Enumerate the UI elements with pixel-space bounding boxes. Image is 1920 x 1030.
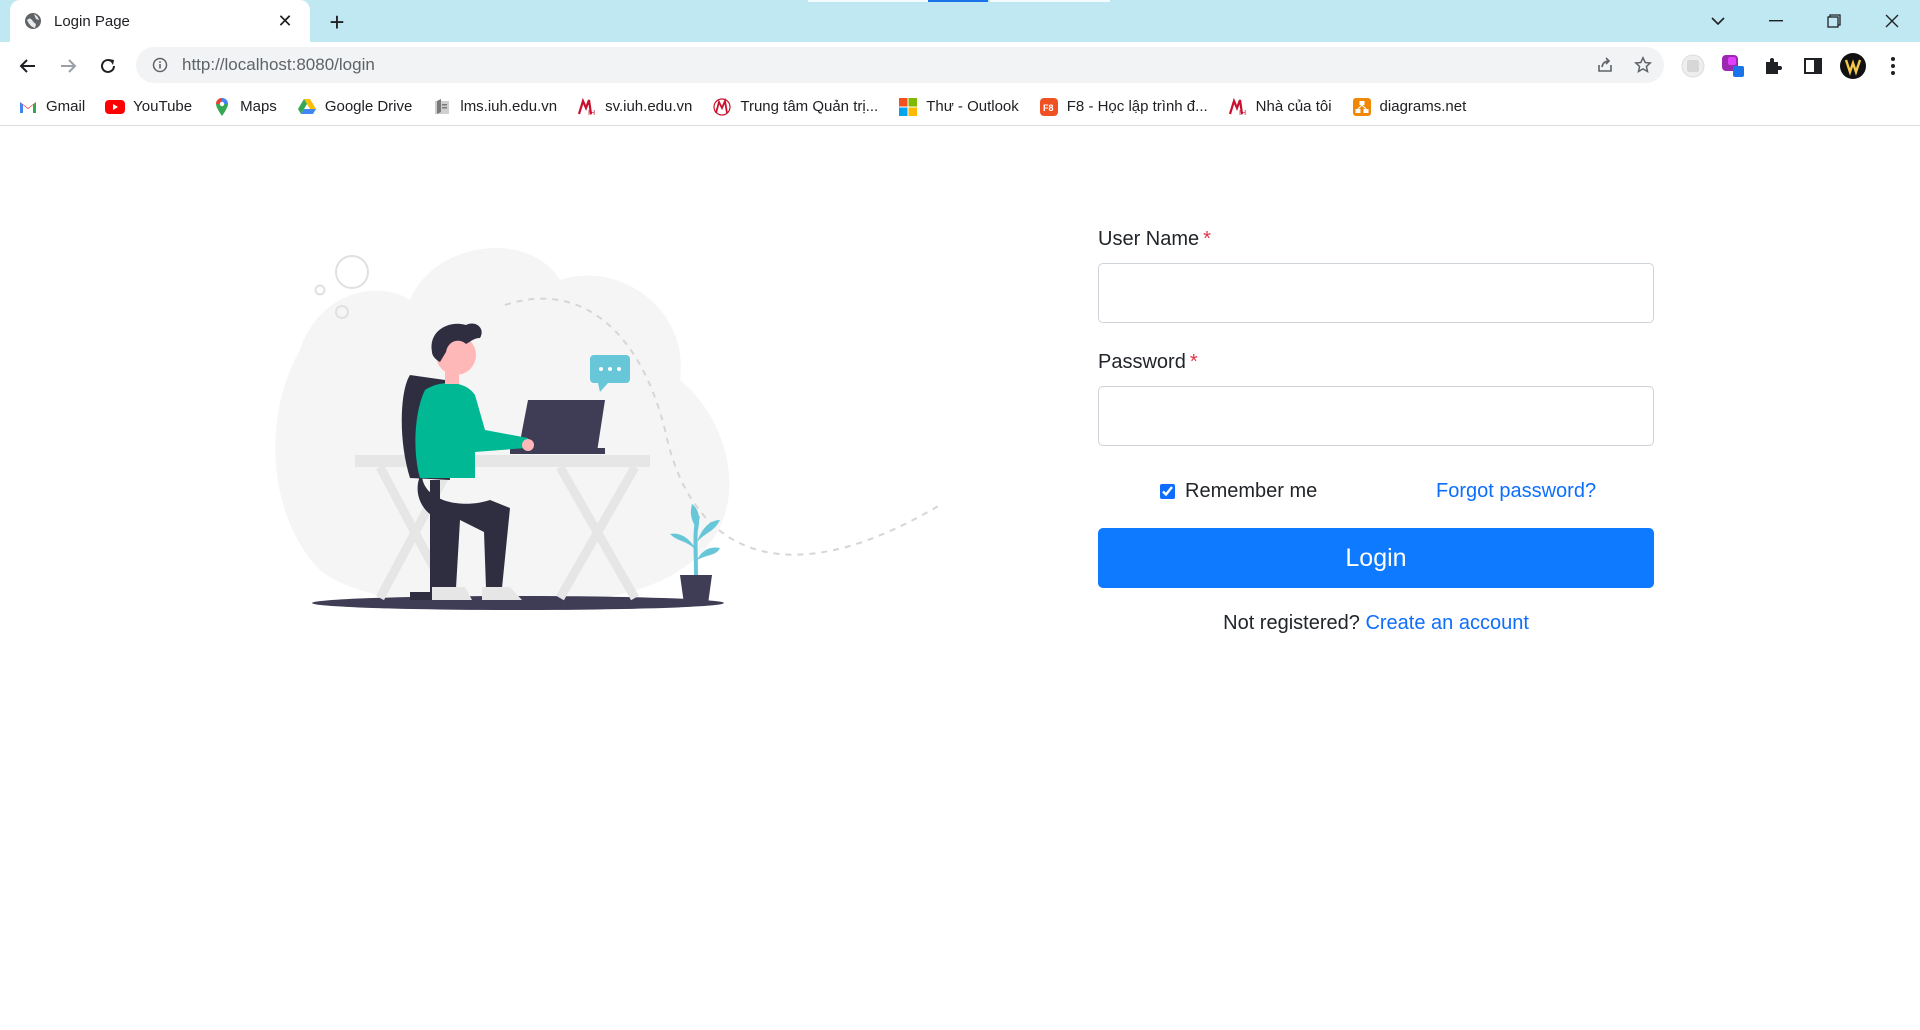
bookmark-label: diagrams.net [1379,98,1467,115]
lms-icon [432,97,452,117]
remember-me[interactable]: Remember me [1160,480,1317,503]
bookmark-label: YouTube [133,98,193,115]
create-account-link[interactable]: Create an account [1365,612,1528,634]
side-panel-icon[interactable] [1796,49,1830,83]
f8-icon: F8 [1039,97,1059,117]
bookmark-nha-cua-toi[interactable]: IH Nhà của tôi [1228,93,1332,121]
site-info-icon[interactable] [150,55,170,75]
decorative-bubble [335,255,369,289]
tab-group-indicator [990,0,1110,2]
desk-top [355,455,650,467]
extensions-puzzle-icon[interactable] [1756,49,1790,83]
decorative-bubble [314,284,326,296]
iuh-icon [712,97,732,117]
password-group: Password * [1098,351,1654,446]
forward-icon[interactable] [52,50,84,82]
maps-icon [212,97,232,117]
password-label-text: Password [1098,351,1186,373]
tab-group-indicator-active [928,0,988,2]
address-bar[interactable]: http://localhost:8080/login [136,47,1664,83]
bookmark-lms[interactable]: lms.iuh.edu.vn [432,93,557,121]
close-window-icon[interactable] [1870,6,1914,36]
close-tab-icon[interactable]: ✕ [274,10,296,32]
bookmark-google-drive[interactable]: Google Drive [297,93,413,121]
register-prompt: Not registered? Create an account [1098,612,1654,635]
username-group: User Name * [1098,228,1654,323]
bookmark-label: Thư - Outlook [926,98,1019,115]
bookmark-label: F8 - Học lập trình đ... [1066,98,1208,115]
iuh-icon: IH [1228,97,1248,117]
profile-avatar-icon[interactable] [1836,49,1870,83]
tab-strip: Login Page ✕ + [0,0,1920,42]
bookmark-diagrams[interactable]: diagrams.net [1352,93,1467,121]
microsoft-icon [898,97,918,117]
login-form: User Name * Password * Remember me Forgot … [1098,228,1654,635]
login-button[interactable]: Login [1098,528,1654,588]
youtube-icon [105,97,126,117]
tab-search-icon[interactable] [1696,6,1740,36]
bookmark-star-icon[interactable] [1626,48,1660,82]
bookmark-gmail[interactable]: Gmail [18,93,85,121]
bookmark-label: Gmail [46,98,86,115]
menu-kebab-icon[interactable] [1876,49,1910,83]
restore-icon[interactable] [1812,6,1856,36]
drive-icon [297,97,317,117]
bookmark-label: Maps [240,98,277,115]
diagrams-icon [1352,97,1372,117]
bookmark-label: lms.iuh.edu.vn [460,98,558,115]
svg-text:IH: IH [588,110,595,116]
gmail-icon [18,97,38,117]
bookmarks-bar: Gmail YouTube Maps Google Drive lms.iuh.… [0,88,1920,126]
tab-title: Login Page [54,12,130,30]
required-mark: * [1189,351,1198,373]
share-icon[interactable] [1588,48,1622,82]
password-input[interactable] [1098,386,1654,446]
login-options: Remember me Forgot password? [1098,474,1654,524]
bookmark-maps[interactable]: Maps [212,93,277,121]
url-text[interactable]: http://localhost:8080/login [182,55,1588,75]
remember-me-checkbox[interactable] [1160,484,1175,499]
username-label-text: User Name [1098,228,1200,250]
extension-grey-icon[interactable] [1676,49,1710,83]
password-label: Password * [1098,351,1654,374]
globe-icon [24,12,42,30]
minimize-icon[interactable] [1754,6,1798,36]
remember-me-label: Remember me [1185,480,1318,502]
bookmark-label: Nhà của tôi [1255,98,1332,115]
browser-toolbar: http://localhost:8080/login [0,42,1920,88]
bookmark-label: sv.iuh.edu.vn [605,98,693,115]
back-icon[interactable] [12,50,44,82]
new-tab-icon[interactable]: + [324,9,350,35]
bookmark-outlook[interactable]: Thư - Outlook [898,93,1019,121]
svg-text:F8: F8 [1043,103,1054,113]
register-prompt-text: Not registered? [1223,612,1360,634]
login-illustration [275,247,941,610]
reload-icon[interactable] [92,50,124,82]
bookmark-label: Google Drive [324,98,413,115]
username-label: User Name * [1098,228,1654,251]
svg-text:IH: IH [1239,110,1246,116]
browser-tab-login-page[interactable]: Login Page ✕ [10,0,310,42]
username-input[interactable] [1098,263,1654,323]
forgot-password-link[interactable]: Forgot password? [1436,480,1596,503]
bookmark-f8[interactable]: F8 F8 - Học lập trình đ... [1039,93,1208,121]
bookmark-sv-iuh[interactable]: IH sv.iuh.edu.vn [577,93,692,121]
extension-color-icon[interactable] [1716,49,1750,83]
iuh-icon: IH [577,97,597,117]
required-mark: * [1203,228,1211,250]
bookmark-label: Trung tâm Quản trị... [740,98,879,115]
bookmark-trung-tam-quan-tri[interactable]: Trung tâm Quản trị... [712,93,878,121]
bookmark-youtube[interactable]: YouTube [105,93,192,121]
